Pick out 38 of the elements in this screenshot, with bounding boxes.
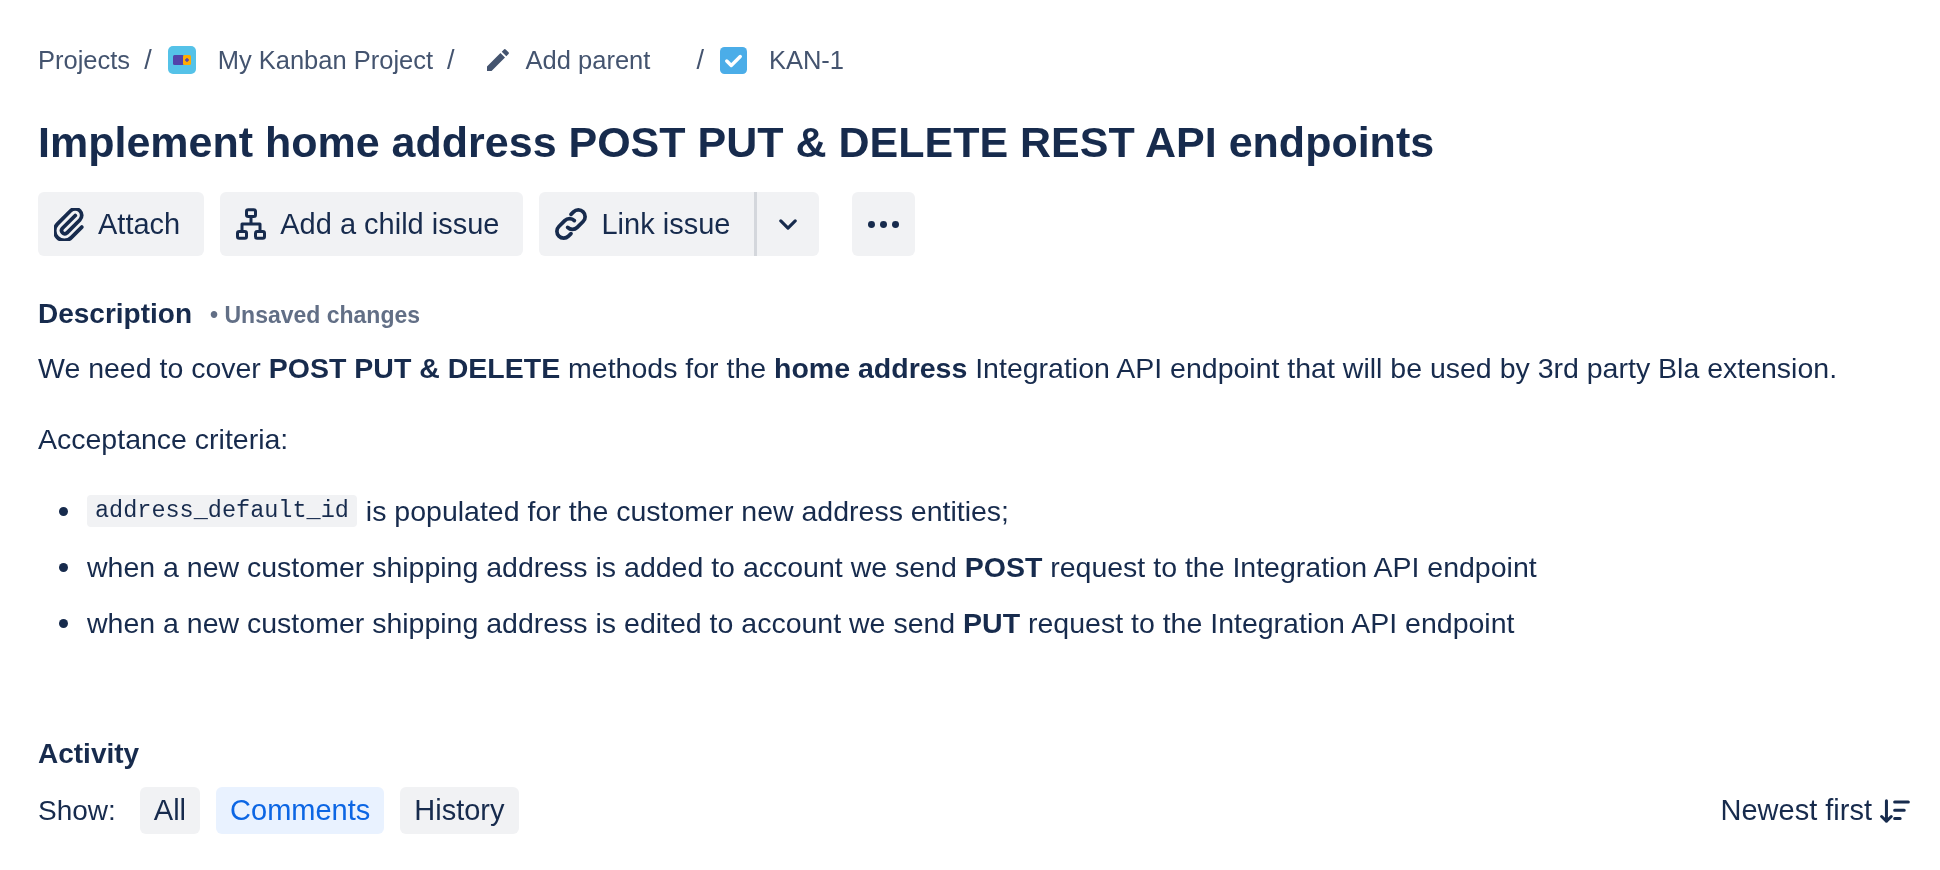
- bullet-icon: [59, 506, 68, 516]
- bullet-icon: [59, 562, 68, 572]
- filter-tab[interactable]: Comments: [216, 787, 385, 834]
- attach-button[interactable]: Attach: [38, 192, 205, 256]
- chevron-down-icon: [779, 218, 798, 230]
- inline-code: address_default_id: [87, 495, 357, 527]
- filter-tab[interactable]: History: [400, 787, 519, 834]
- description-paragraph: We need to cover POST PUT & DELETE methods for the home address Integration API endpoint that will be used by 3rd party Bla extension.: [38, 351, 1839, 386]
- sort-button[interactable]: Newest first: [1720, 788, 1910, 833]
- hierarchy-icon: [236, 208, 267, 240]
- paperclip-icon: [54, 207, 84, 241]
- add-child-issue-button[interactable]: Add a child issue: [220, 192, 524, 256]
- breadcrumb-separator: /: [446, 44, 456, 77]
- filter-label: Show:: [38, 793, 116, 828]
- breadcrumb-separator: /: [695, 44, 705, 77]
- description-heading: Description: [38, 297, 193, 331]
- breadcrumb-link[interactable]: Projects: [38, 42, 131, 78]
- list-item-text: is populated for the customer new address entities;: [365, 493, 1010, 529]
- link-issue-button[interactable]: Link issue: [539, 192, 758, 256]
- breadcrumb-separator: /: [143, 44, 153, 77]
- list-item-text: when a new customer shipping address is added to account we send POST request to the Integration API endpoint: [87, 549, 1537, 585]
- activity-heading: Activity: [38, 737, 141, 771]
- filter-tab[interactable]: All: [139, 787, 201, 834]
- pencil-icon: [486, 49, 509, 71]
- project-link[interactable]: My Kanban Project: [167, 42, 434, 78]
- more-actions-button[interactable]: [852, 192, 916, 256]
- ellipsis-icon: [868, 220, 900, 228]
- sort-icon: [1880, 798, 1910, 823]
- link-icon: [555, 208, 588, 240]
- unsaved-changes-label: • Unsaved changes: [210, 301, 421, 330]
- checkbox-icon: [719, 46, 747, 74]
- issue-key-link[interactable]: KAN-1: [719, 42, 844, 78]
- project-avatar-icon: [167, 46, 196, 74]
- bullet-icon: [59, 618, 68, 628]
- description-paragraph: Acceptance criteria:: [38, 422, 290, 457]
- issue-title: Implement home address POST PUT & DELETE REST API endpoints: [38, 118, 1436, 166]
- add-parent-button[interactable]: Add parent: [470, 42, 683, 78]
- list-item-text: when a new customer shipping address is edited to account we send PUT request to the Integration API endpoint: [87, 605, 1515, 641]
